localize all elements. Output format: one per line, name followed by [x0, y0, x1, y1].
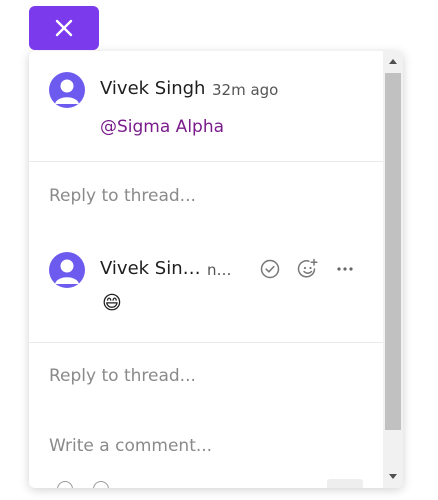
- comments-list: Vivek Singh 32m ago @Sigma Alpha Reply t…: [29, 51, 383, 488]
- user-mention[interactable]: @Sigma Alpha: [100, 117, 224, 137]
- divider: [29, 342, 383, 343]
- scrollbar-thumb[interactable]: [385, 73, 401, 430]
- comment-thread: Vivek Sin… n… 😄: [29, 231, 383, 342]
- comment-thread: Vivek Singh 32m ago @Sigma Alpha: [29, 51, 383, 161]
- user-avatar-icon: [55, 79, 79, 104]
- comment-author: Vivek Singh: [100, 78, 206, 99]
- scroll-up-arrow-icon[interactable]: [389, 59, 397, 64]
- reply-input[interactable]: Reply to thread...: [49, 186, 196, 206]
- divider: [29, 161, 383, 162]
- emoji-icon[interactable]: [93, 481, 109, 488]
- send-button[interactable]: [327, 479, 363, 488]
- avatar[interactable]: [49, 252, 85, 288]
- add-reaction-button[interactable]: [297, 258, 319, 280]
- close-button[interactable]: [29, 6, 99, 50]
- comment-timestamp: 32m ago: [212, 81, 279, 99]
- comment-timestamp: n…: [207, 261, 232, 279]
- reply-input[interactable]: Reply to thread...: [49, 366, 196, 386]
- scroll-down-arrow-icon[interactable]: [389, 474, 397, 479]
- comment-input[interactable]: Write a comment...: [49, 436, 212, 456]
- add-reaction-icon: [297, 258, 318, 278]
- more-options-button[interactable]: [334, 258, 356, 280]
- avatar[interactable]: [49, 72, 85, 108]
- check-circle-icon: [260, 259, 280, 279]
- more-horizontal-icon: [337, 267, 353, 271]
- comments-panel: Vivek Singh 32m ago @Sigma Alpha Reply t…: [29, 51, 403, 488]
- close-icon: [55, 19, 73, 37]
- resolve-button[interactable]: [259, 258, 281, 280]
- emoji-reaction: 😄: [102, 292, 122, 314]
- user-avatar-icon: [55, 259, 79, 284]
- mention-icon[interactable]: [57, 481, 73, 488]
- scrollbar[interactable]: [383, 51, 403, 488]
- comment-author: Vivek Sin…: [100, 258, 201, 279]
